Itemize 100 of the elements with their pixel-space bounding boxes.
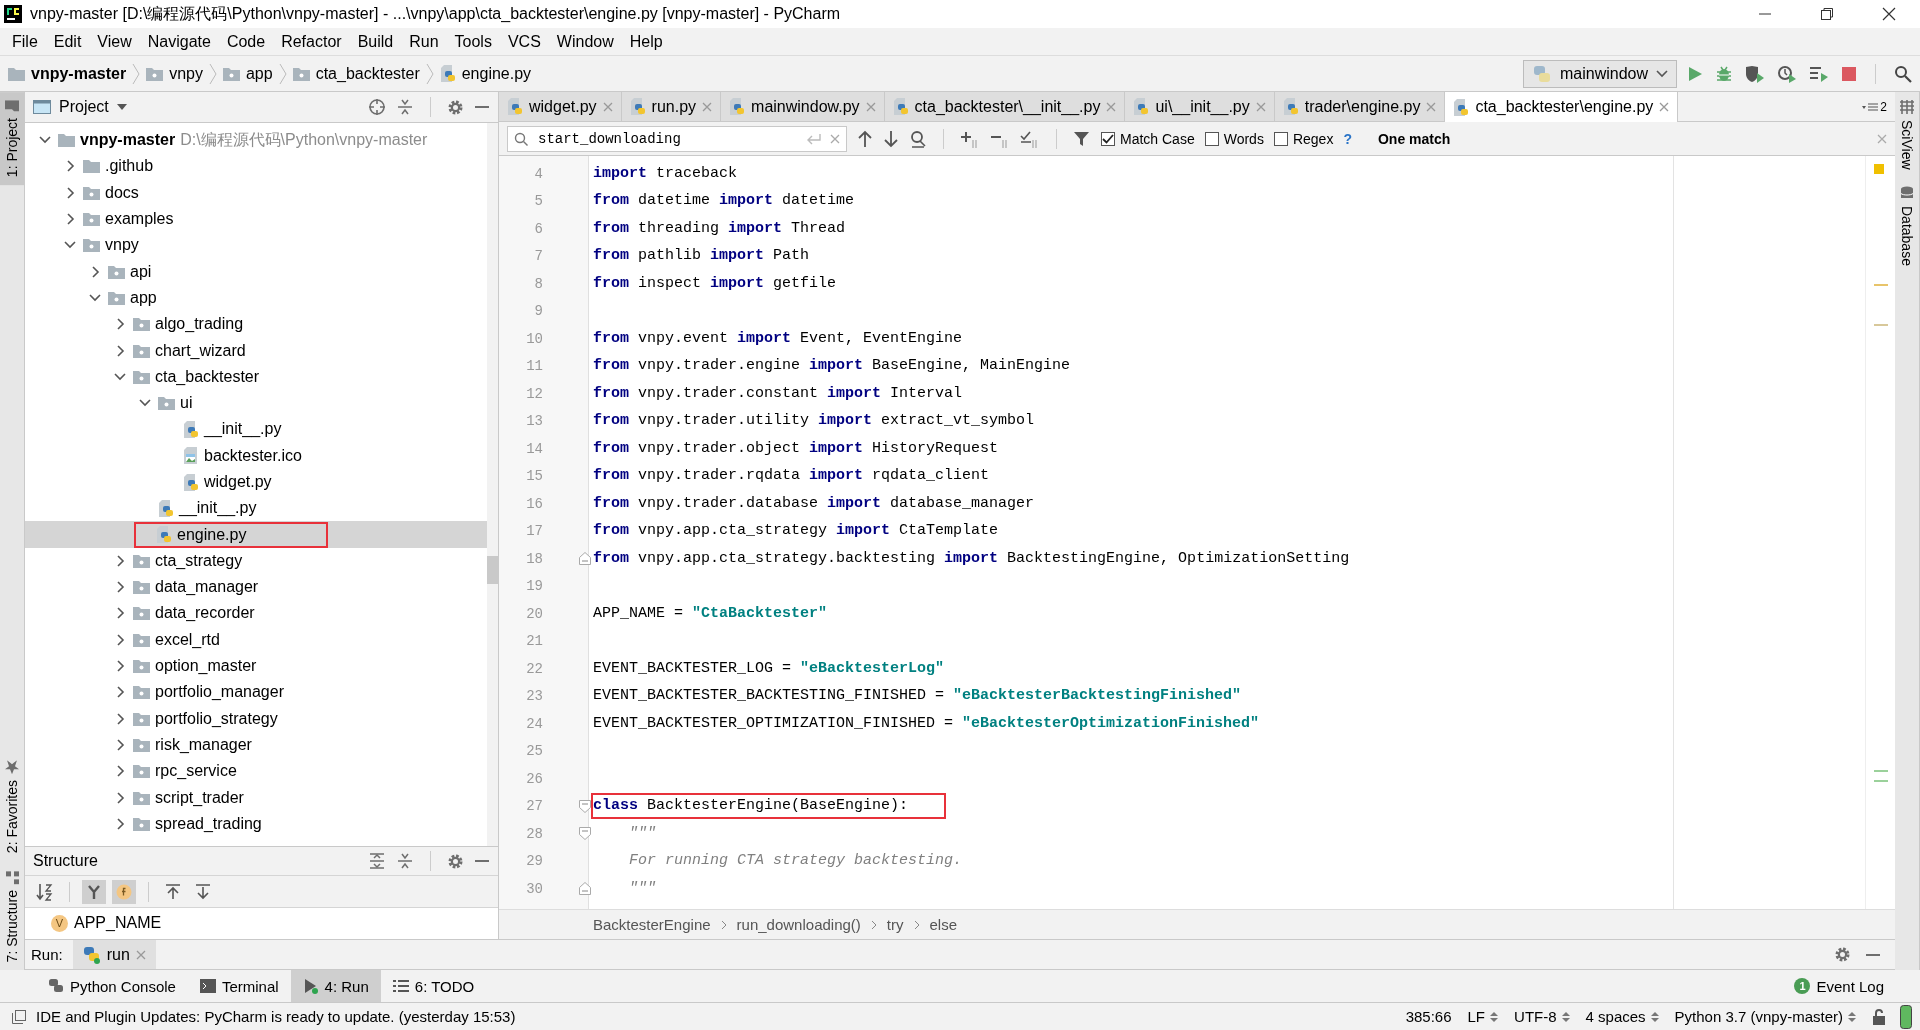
menu-item[interactable]: Tools bbox=[446, 32, 500, 51]
breadcrumb-item[interactable]: BacktesterEngine bbox=[593, 916, 711, 933]
menu-item[interactable]: Help bbox=[621, 32, 671, 51]
menu-item[interactable]: Code bbox=[218, 32, 274, 51]
run-config-dropdown[interactable]: mainwindow bbox=[1522, 59, 1677, 88]
profile-icon[interactable] bbox=[1777, 64, 1797, 83]
menu-item[interactable]: Run bbox=[401, 32, 447, 51]
next-match-icon[interactable] bbox=[883, 129, 899, 148]
tree-item[interactable]: .github bbox=[25, 153, 487, 180]
tool-window-button[interactable]: 1: Project bbox=[0, 92, 24, 186]
find-all-icon[interactable] bbox=[909, 129, 927, 148]
tree-item[interactable]: script_trader bbox=[25, 784, 487, 811]
search-field[interactable]: start_downloading bbox=[507, 125, 847, 152]
fold-start-icon[interactable] bbox=[579, 799, 591, 813]
tree-item[interactable]: option_master bbox=[25, 652, 487, 680]
tree-item[interactable]: api bbox=[25, 258, 487, 285]
editor-tab[interactable]: widget.py bbox=[499, 92, 622, 121]
editor-tab[interactable]: run.py bbox=[621, 92, 722, 121]
restore-window-icon[interactable] bbox=[1820, 7, 1834, 21]
tool-window-button[interactable]: Database bbox=[1895, 177, 1919, 274]
editor-tab[interactable]: trader\engine.py bbox=[1274, 92, 1446, 121]
close-icon[interactable] bbox=[830, 133, 840, 144]
tree-item[interactable]: ui bbox=[25, 389, 487, 417]
tree-item[interactable]: risk_manager bbox=[25, 731, 487, 759]
path-segment[interactable]: cta_backtester bbox=[292, 64, 420, 83]
help-link[interactable]: ? bbox=[1343, 130, 1352, 147]
checkbox[interactable] bbox=[1204, 131, 1219, 146]
tree-item[interactable]: chart_wizard bbox=[25, 337, 487, 364]
structure-item[interactable]: APP_NAME bbox=[74, 914, 162, 932]
sort-alpha-icon[interactable] bbox=[36, 882, 54, 901]
tool-window-button[interactable]: SciView bbox=[1895, 92, 1919, 178]
move-up-icon[interactable] bbox=[165, 883, 181, 900]
close-icon[interactable] bbox=[1659, 102, 1670, 112]
breadcrumb-item[interactable]: else bbox=[929, 916, 958, 933]
path-segment[interactable]: app bbox=[222, 64, 273, 83]
tree-item[interactable]: data_manager bbox=[25, 574, 487, 601]
status-item[interactable]: UTF-8 bbox=[1514, 1008, 1570, 1025]
status-toggle-icon[interactable] bbox=[12, 1009, 26, 1024]
tree-item[interactable]: vnpy bbox=[25, 232, 487, 259]
status-message[interactable]: IDE and Plugin Updates: PyCharm is ready to update. (yesterday 15:53) bbox=[36, 1008, 1406, 1025]
field-badge-icon[interactable] bbox=[116, 883, 132, 900]
hidden-tabs-button[interactable]: 2 bbox=[1854, 92, 1895, 121]
path-segment[interactable]: vnpy bbox=[146, 64, 203, 83]
filter-icon[interactable] bbox=[1073, 129, 1091, 148]
editor-tab[interactable]: mainwindow.py bbox=[721, 92, 885, 121]
settings-icon[interactable] bbox=[447, 98, 464, 116]
tree-item[interactable]: docs bbox=[25, 179, 487, 206]
tree-item[interactable]: widget.py bbox=[25, 468, 487, 496]
status-item[interactable]: Python 3.7 (vnpy-master) bbox=[1674, 1008, 1856, 1025]
menu-item[interactable]: Refactor bbox=[273, 32, 350, 51]
status-item[interactable]: 385:66 bbox=[1405, 1008, 1452, 1025]
tree-item[interactable]: algo_trading bbox=[25, 311, 487, 338]
breadcrumb-item[interactable]: run_downloading() bbox=[736, 916, 861, 933]
status-item[interactable]: 4 spaces bbox=[1585, 1008, 1659, 1025]
tool-window-tab[interactable]: 4: Run bbox=[290, 970, 381, 1002]
tool-window-tab[interactable]: 6: TODO bbox=[380, 970, 487, 1002]
add-occurrence-icon[interactable] bbox=[960, 129, 980, 148]
tool-window-button[interactable]: 7: Structure bbox=[0, 861, 24, 970]
menu-item[interactable]: Navigate bbox=[139, 32, 219, 51]
tool-window-tab[interactable]: Terminal bbox=[187, 970, 291, 1002]
editor-tab[interactable]: cta_backtester\__init__.py bbox=[884, 92, 1126, 121]
inherited-fork-icon[interactable] bbox=[86, 883, 102, 900]
tree-item[interactable]: data_recorder bbox=[25, 600, 487, 627]
menu-item[interactable]: Build bbox=[349, 32, 402, 51]
previous-match-icon[interactable] bbox=[857, 129, 873, 148]
menu-item[interactable]: View bbox=[89, 32, 140, 51]
tree-item[interactable]: examples bbox=[25, 205, 487, 233]
collapse-all-icon[interactable] bbox=[396, 98, 414, 116]
move-down-icon[interactable] bbox=[195, 883, 211, 900]
checkbox[interactable] bbox=[1273, 131, 1288, 146]
select-all-occurrences-icon[interactable] bbox=[1020, 129, 1040, 148]
tree-item[interactable]: vnpy-master D:\编程源代码\Python\vnpy-master bbox=[25, 127, 487, 154]
tree-item[interactable]: __init__.py bbox=[25, 495, 487, 522]
checkbox-label[interactable]: Words bbox=[1223, 130, 1264, 147]
tree-item[interactable]: portfolio_manager bbox=[25, 679, 487, 706]
search-icon[interactable] bbox=[1894, 64, 1912, 83]
settings-icon[interactable] bbox=[447, 852, 464, 870]
tool-window-button[interactable]: 2: Favorites bbox=[0, 752, 24, 862]
scrollbar[interactable] bbox=[487, 123, 498, 846]
coverage-shield-icon[interactable] bbox=[1745, 64, 1765, 83]
tree-item[interactable]: excel_rtd bbox=[25, 626, 487, 653]
debug-bug-icon[interactable] bbox=[1715, 64, 1733, 83]
tree-item[interactable]: __init__.py bbox=[25, 416, 487, 443]
tree-item[interactable]: engine.py bbox=[25, 521, 487, 548]
checkbox-label[interactable]: Regex bbox=[1292, 130, 1334, 147]
menu-item[interactable]: Edit bbox=[45, 32, 90, 51]
collapse-all-icon[interactable] bbox=[396, 852, 414, 870]
tree-item[interactable]: spread_trading bbox=[25, 810, 487, 837]
close-window-icon[interactable] bbox=[1882, 7, 1896, 21]
breadcrumb-item[interactable]: try bbox=[886, 916, 904, 933]
tool-window-tab[interactable]: Python Console bbox=[36, 970, 188, 1002]
editor-tab[interactable]: ui\__init__.py bbox=[1125, 92, 1275, 121]
fold-end-icon[interactable] bbox=[579, 882, 591, 896]
path-segment[interactable]: vnpy-master bbox=[8, 64, 127, 83]
run-concurrency-icon[interactable] bbox=[1809, 64, 1829, 83]
stop-icon[interactable] bbox=[1841, 65, 1857, 82]
menu-item[interactable]: File bbox=[4, 32, 46, 51]
settings-icon[interactable] bbox=[1834, 946, 1851, 963]
fold-end-icon[interactable] bbox=[579, 552, 591, 566]
checkbox-label[interactable]: Match Case bbox=[1120, 130, 1195, 147]
